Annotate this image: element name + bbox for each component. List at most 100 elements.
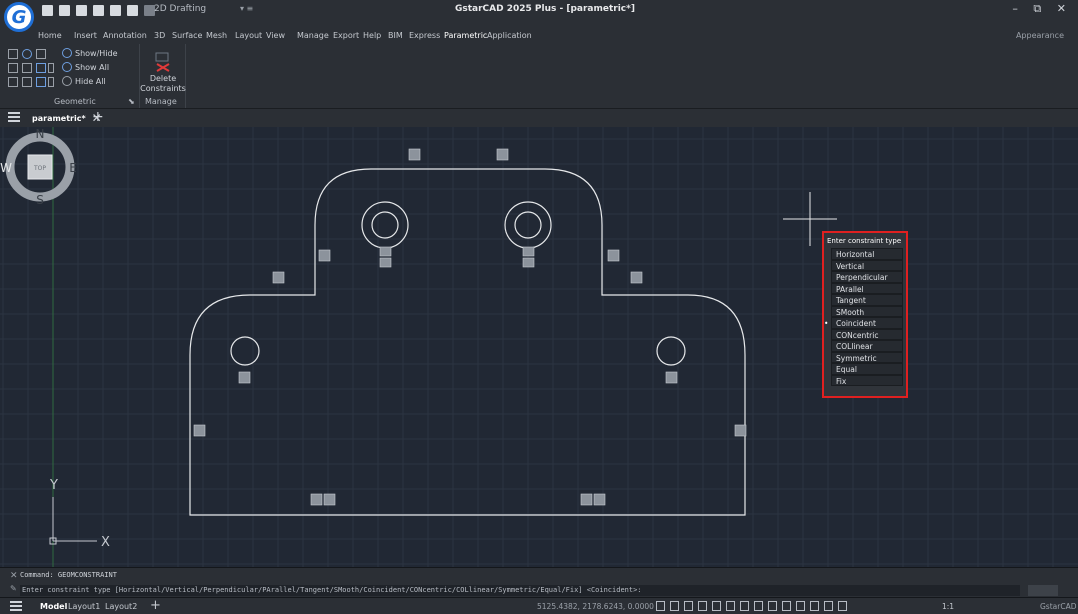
- constraint-glyph[interactable]: [238, 371, 251, 384]
- layout-tab-model[interactable]: Model: [40, 602, 67, 611]
- constraint-option-collinear[interactable]: COLlinear: [831, 340, 903, 352]
- constraint-glyph[interactable]: [522, 246, 535, 257]
- show-all-button[interactable]: Show All: [62, 62, 109, 72]
- show-hide-button[interactable]: Show/Hide: [62, 48, 118, 58]
- hide-all-button[interactable]: Hide All: [62, 76, 106, 86]
- ribbon-tab-home[interactable]: Home: [38, 31, 62, 40]
- open-folder-icon[interactable]: [59, 4, 70, 16]
- ribbon-tab-mesh[interactable]: Mesh: [206, 31, 227, 40]
- save-icon[interactable]: [76, 4, 87, 16]
- isolate-objects-icon[interactable]: [838, 601, 847, 611]
- otrack-toggle-icon[interactable]: [726, 601, 735, 611]
- ribbon-tab-surface[interactable]: Surface: [172, 31, 202, 40]
- new-tab-icon[interactable]: +: [92, 109, 104, 125]
- constraint-option-tangent[interactable]: Tangent: [831, 294, 903, 306]
- constraint-glyph[interactable]: [607, 249, 620, 262]
- smooth-icon[interactable]: [22, 77, 32, 87]
- upper-left-hole-circle[interactable]: [371, 211, 399, 239]
- delete-constraints-icon[interactable]: [154, 52, 172, 72]
- constraint-glyph[interactable]: [193, 424, 206, 437]
- ribbon-tab-help[interactable]: Help: [363, 31, 381, 40]
- perpendicular-icon[interactable]: [22, 63, 32, 73]
- constraint-glyph[interactable]: [318, 249, 331, 262]
- command-scrollbar[interactable]: [1028, 585, 1058, 596]
- fix-icon[interactable]: [36, 49, 46, 59]
- compass-east[interactable]: E: [69, 161, 77, 175]
- constraint-glyph[interactable]: [310, 493, 323, 506]
- constraint-option-parallel[interactable]: PArallel: [831, 282, 903, 294]
- equal-icon[interactable]: [48, 77, 54, 87]
- lineweight-toggle-icon[interactable]: [754, 601, 763, 611]
- snap-toggle-icon[interactable]: [670, 601, 679, 611]
- ribbon-tab-export[interactable]: Export: [333, 31, 359, 40]
- constraint-glyph[interactable]: [522, 257, 535, 268]
- ribbon-tab-parametric[interactable]: Parametric: [444, 31, 487, 40]
- ribbon-tab-layout[interactable]: Layout: [235, 31, 262, 40]
- constraint-glyph[interactable]: [496, 148, 509, 161]
- compass-north[interactable]: N: [36, 127, 45, 141]
- hamburger-menu-icon[interactable]: [8, 112, 20, 123]
- new-file-icon[interactable]: [42, 4, 53, 16]
- upper-left-boss-outer-circle[interactable]: [361, 201, 409, 249]
- grid-toggle-icon[interactable]: [656, 601, 665, 611]
- appearance-menu[interactable]: Appearance: [1016, 31, 1064, 40]
- chevron-down-icon[interactable]: ▾ ≡: [240, 4, 253, 13]
- horizontal-icon[interactable]: [36, 63, 46, 73]
- osnap-toggle-icon[interactable]: [712, 601, 721, 611]
- units-icon[interactable]: [810, 601, 819, 611]
- layout-tab-layout1[interactable]: Layout1: [68, 602, 100, 611]
- constraint-glyph[interactable]: [665, 371, 678, 384]
- constraint-option-symmetric[interactable]: Symmetric: [831, 351, 903, 363]
- constraint-glyph[interactable]: [379, 246, 392, 257]
- drawing-canvas[interactable]: Y X TOP N S W E: [0, 127, 1078, 567]
- polar-toggle-icon[interactable]: [698, 601, 707, 611]
- close-icon[interactable]: ✕: [10, 571, 18, 581]
- save-as-icon[interactable]: [93, 4, 104, 16]
- ribbon-tab-3d[interactable]: 3D: [154, 31, 165, 40]
- lower-left-hole-circle[interactable]: [230, 336, 260, 366]
- compass-south[interactable]: S: [36, 193, 44, 207]
- tangent-icon[interactable]: [8, 77, 18, 87]
- ribbon-tab-annotation[interactable]: Annotation: [103, 31, 147, 40]
- wrench-icon[interactable]: ✎: [10, 584, 17, 593]
- constraint-option-coincident[interactable]: Coincident: [824, 317, 903, 329]
- constraint-glyph[interactable]: [379, 257, 392, 268]
- constraint-glyph[interactable]: [580, 493, 593, 506]
- dyn-input-toggle-icon[interactable]: [740, 601, 749, 611]
- constraint-glyph[interactable]: [593, 493, 606, 506]
- parallel-icon[interactable]: [8, 63, 18, 73]
- ribbon-tab-insert[interactable]: Insert: [74, 31, 97, 40]
- panel-launcher-icon[interactable]: ⬊: [128, 97, 135, 106]
- vertical-icon[interactable]: [48, 63, 54, 73]
- ribbon-tab-view[interactable]: View: [266, 31, 285, 40]
- command-input[interactable]: Enter constraint type [Horizontal/Vertic…: [20, 585, 1020, 596]
- app-logo-icon[interactable]: G: [4, 2, 34, 32]
- coincident-icon[interactable]: [8, 49, 18, 59]
- constraint-option-equal[interactable]: Equal: [831, 363, 903, 375]
- viewcube[interactable]: TOP N S W E: [0, 127, 78, 207]
- layout-tab-layout2[interactable]: Layout2: [105, 602, 137, 611]
- symmetric-icon[interactable]: [36, 77, 46, 87]
- constraint-option-smooth[interactable]: SMooth: [831, 305, 903, 317]
- constraint-glyph[interactable]: [272, 271, 285, 284]
- constraint-glyph[interactable]: [323, 493, 336, 506]
- ribbon-tab-bim[interactable]: BIM: [388, 31, 403, 40]
- constraint-glyph[interactable]: [630, 271, 643, 284]
- annotation-monitor-icon[interactable]: [796, 601, 805, 611]
- workspace-selector[interactable]: 2D Drafting: [154, 4, 206, 14]
- ribbon-tab-application[interactable]: Application: [487, 31, 532, 40]
- part-outline[interactable]: [189, 168, 746, 516]
- selection-cycling-icon[interactable]: [782, 601, 791, 611]
- ribbon-tab-express[interactable]: Express: [409, 31, 440, 40]
- window-controls[interactable]: – ⧉ ✕: [1012, 2, 1072, 16]
- concentric-icon[interactable]: [22, 49, 32, 59]
- ortho-toggle-icon[interactable]: [684, 601, 693, 611]
- constraint-option-horizontal[interactable]: Horizontal: [831, 248, 903, 260]
- hamburger-menu-icon[interactable]: [10, 601, 22, 612]
- compass-west[interactable]: W: [0, 161, 12, 175]
- ribbon-tab-manage[interactable]: Manage: [297, 31, 329, 40]
- undo-icon[interactable]: [127, 4, 138, 16]
- annotation-scale[interactable]: 1:1: [942, 602, 954, 611]
- constraint-glyph[interactable]: [734, 424, 747, 437]
- quick-properties-icon[interactable]: [824, 601, 833, 611]
